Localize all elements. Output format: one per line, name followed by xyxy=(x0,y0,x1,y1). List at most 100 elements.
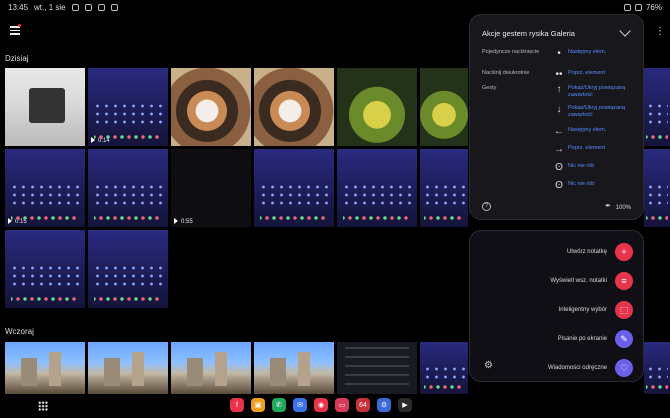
screenshot-thumbnail[interactable] xyxy=(644,342,670,394)
air-command-item-smart-select[interactable]: Inteligentny wybór ⬚ xyxy=(559,301,633,319)
play-icon xyxy=(91,137,95,143)
taskbar: f ▣ ✆ ✉ ◉ ▭ 64 ⚙ ▶ xyxy=(0,394,670,418)
play-icon xyxy=(8,218,12,224)
screenshot-thumbnail[interactable] xyxy=(88,230,168,308)
create-note-icon: + xyxy=(615,243,633,261)
video-thumbnail[interactable]: 0:15 xyxy=(5,149,85,227)
gesture-row[interactable]: Pojedyncze naciśnięcie • Następny elem. xyxy=(482,49,637,69)
zoom-level: 100% xyxy=(615,205,631,211)
photo-thumbnail[interactable] xyxy=(337,68,417,146)
screen-write-icon: ✎ xyxy=(615,330,633,348)
video-duration: 0:15 xyxy=(15,219,27,225)
gesture-label: Naciśnij dwukrotnie xyxy=(482,70,530,76)
notification-icon xyxy=(84,4,92,11)
help-icon[interactable]: ? xyxy=(482,202,491,211)
view-notes-icon: ≡ xyxy=(615,272,633,290)
gesture-action: Nic nie rób xyxy=(568,181,595,187)
air-command-label: Inteligentny wybór xyxy=(558,307,607,313)
screenshot-thumbnail[interactable] xyxy=(88,149,168,227)
gesture-row[interactable]: Gesty ↑ Pokaż/Ukryj powiązaną zawartość xyxy=(482,85,637,105)
camera-app-icon[interactable]: ◉ xyxy=(314,398,328,412)
gesture-actions-panel: Akcje gestem rysika Galeria Pojedyncze n… xyxy=(469,14,644,220)
gesture-row[interactable]: ʘ Nic nie rób xyxy=(482,181,637,201)
section-today: Dzisiaj xyxy=(5,54,29,63)
air-command-label: Wiadomości odręczne xyxy=(547,365,607,371)
gesture-label: Pojedyncze naciśnięcie xyxy=(482,49,540,55)
gesture-symbol-icon: •• xyxy=(555,69,563,80)
smart-select-icon: ⬚ xyxy=(615,301,633,319)
photo-thumbnail[interactable] xyxy=(420,68,468,146)
gesture-label: Gesty xyxy=(482,85,497,91)
gesture-action: Poprz. element xyxy=(568,145,605,151)
gesture-action: Pokaż/Ukryj powiązaną zawartość xyxy=(568,85,626,98)
gesture-row[interactable]: ↓ Pokaż/Ukryj powiązaną zawartość xyxy=(482,105,637,125)
play-store-app-icon[interactable]: ▶ xyxy=(398,398,412,412)
gesture-shape-icon: ʘ xyxy=(555,162,563,173)
notification-icon xyxy=(71,4,79,11)
arrow-right-icon: → xyxy=(554,144,564,155)
photo-thumbnail[interactable] xyxy=(171,68,251,146)
messages-app-icon[interactable]: ✉ xyxy=(293,398,307,412)
photo-thumbnail[interactable] xyxy=(5,342,85,394)
play-icon xyxy=(174,218,178,224)
apps-grid-icon[interactable] xyxy=(38,401,48,411)
dock: f ▣ ✆ ✉ ◉ ▭ 64 ⚙ ▶ xyxy=(230,398,412,412)
notification-dot xyxy=(18,24,21,27)
status-bar: 13:45 wt., 1 sie 76% xyxy=(0,0,670,14)
screen-recorder-app-icon[interactable]: ▭ xyxy=(335,398,349,412)
video-thumbnail[interactable]: 0:55 xyxy=(171,149,251,227)
photo-thumbnail[interactable] xyxy=(171,342,251,394)
gear-icon[interactable]: ⚙ xyxy=(484,360,493,371)
screenshot-thumbnail[interactable] xyxy=(337,149,417,227)
screenshot-thumbnail[interactable] xyxy=(644,149,670,227)
photo-thumbnail[interactable] xyxy=(5,68,85,146)
more-options-icon[interactable]: ⋮ xyxy=(655,26,665,37)
gesture-action: Następny elem. xyxy=(568,49,607,55)
menu-icon[interactable] xyxy=(10,26,20,35)
pen-icon: ✒ xyxy=(605,203,611,210)
notification-icon xyxy=(97,4,105,11)
arrow-up-icon: ↑ xyxy=(556,84,562,95)
air-command-label: Wyświetl wsz. notatki xyxy=(550,278,607,284)
settings-app-icon[interactable]: ⚙ xyxy=(377,398,391,412)
screenshot-thumbnail[interactable] xyxy=(420,149,468,227)
video-thumbnail[interactable]: 0:14 xyxy=(88,68,168,146)
phone-app-icon[interactable]: ✆ xyxy=(272,398,286,412)
folders-app-icon[interactable]: ▣ xyxy=(251,398,265,412)
gesture-symbol-icon: • xyxy=(557,48,561,59)
air-command-label: Utwórz notatkę xyxy=(566,249,607,255)
photo-thumbnail[interactable] xyxy=(254,68,334,146)
photo-thumbnail[interactable] xyxy=(88,342,168,394)
chevron-down-icon[interactable] xyxy=(619,25,631,37)
arrow-down-icon: ↓ xyxy=(556,104,562,115)
screenshot-thumbnail[interactable] xyxy=(5,230,85,308)
gesture-action: Nic nie rób xyxy=(568,163,595,169)
gesture-shape-icon: ʘ xyxy=(555,180,563,191)
cpu-z-app-icon[interactable]: 64 xyxy=(356,398,370,412)
status-date: wt., 1 sie xyxy=(34,3,66,12)
battery-level: 76% xyxy=(645,3,662,12)
arrow-left-icon: ← xyxy=(554,126,564,137)
photo-thumbnail[interactable] xyxy=(254,342,334,394)
screenshot-thumbnail[interactable] xyxy=(254,149,334,227)
live-message-icon: ♡ xyxy=(615,359,633,377)
gesture-action: Pokaż/Ukryj powiązaną zawartość xyxy=(568,105,626,118)
video-duration: 0:55 xyxy=(181,219,193,225)
notification-icon xyxy=(110,4,118,11)
air-command-item-create-note[interactable]: Utwórz notatkę + xyxy=(567,243,633,261)
air-command-label: Pisanie po ekranie xyxy=(557,336,607,342)
signal-icon xyxy=(634,4,642,11)
air-command-item-view-notes[interactable]: Wyświetl wsz. notatki ≡ xyxy=(550,272,633,290)
screenshot-thumbnail[interactable] xyxy=(644,68,670,146)
gesture-action: Poprz. element xyxy=(568,70,605,76)
video-duration: 0:14 xyxy=(98,138,110,144)
screenshot-thumbnail[interactable] xyxy=(420,342,468,394)
air-command-item-live-message[interactable]: Wiadomości odręczne ♡ xyxy=(548,359,633,377)
flipboard-app-icon[interactable]: f xyxy=(230,398,244,412)
air-command-panel: Utwórz notatkę + Wyświetl wsz. notatki ≡… xyxy=(469,230,644,382)
screenshot-thumbnail[interactable] xyxy=(337,342,417,394)
air-command-item-screen-write[interactable]: Pisanie po ekranie ✎ xyxy=(558,330,633,348)
section-yesterday: Wczoraj xyxy=(5,327,34,336)
wifi-icon xyxy=(623,4,631,11)
panel-title: Akcje gestem rysika Galeria xyxy=(482,29,575,38)
